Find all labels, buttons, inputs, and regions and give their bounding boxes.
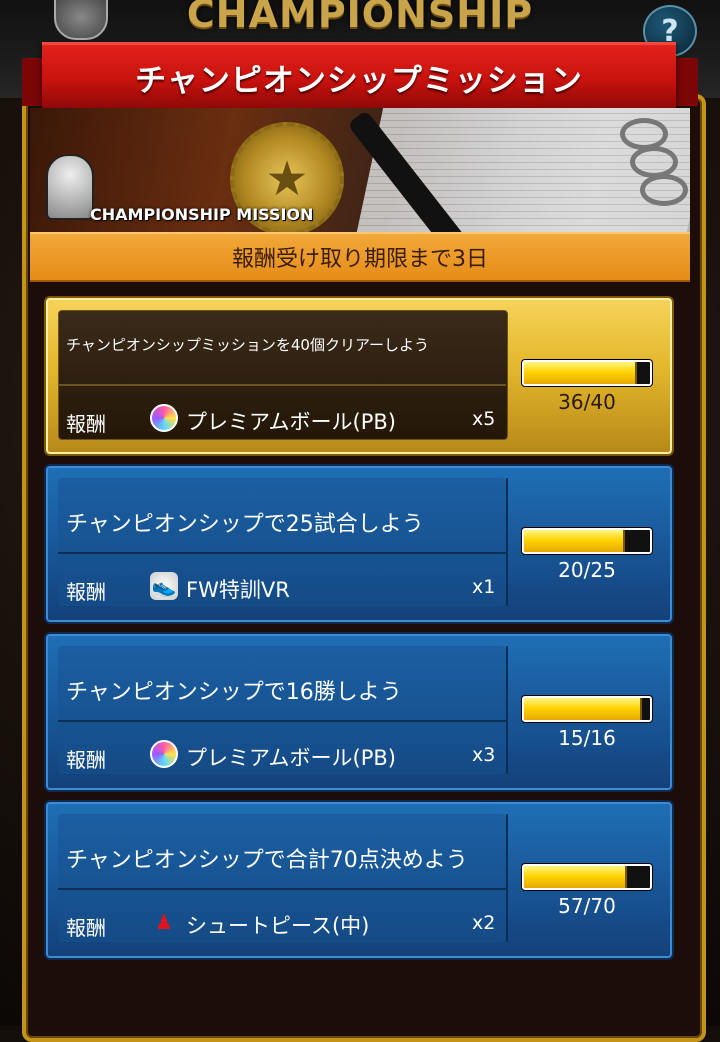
divider [506,478,508,606]
progress-bar-fill [524,698,643,720]
premium-ball-icon [150,404,178,432]
divider [58,384,506,386]
shoot-piece-icon: ♟ [155,910,173,934]
binder-ring-icon [620,118,668,150]
reward-quantity: x5 [472,408,496,430]
progress-text: 57/70 [558,894,616,918]
reward-label: 報酬 [66,748,106,772]
mission-card[interactable]: チャンピオンシップで合計70点決めよう 報酬 ♟ シュートピース(中) x2 5… [44,800,674,960]
mission-title: チャンピオンシップで16勝しよう [66,680,402,705]
reward-label: 報酬 [66,916,106,940]
reward-label: 報酬 [66,412,106,436]
progress-bar-fill [524,866,627,888]
divider [506,814,508,942]
mission-card[interactable]: チャンピオンシップミッションを40個クリアーしよう 報酬 プレミアムボール(PB… [44,296,674,456]
reward-name: プレミアムボール(PB) [186,410,396,434]
progress-bar-fill [524,362,638,384]
mission-title: チャンピオンシップで25試合しよう [66,512,424,537]
divider [58,888,506,890]
progress-bar-fill [524,530,625,552]
divider [506,646,508,774]
reward-quantity: x2 [472,912,496,934]
mission-card[interactable]: チャンピオンシップで16勝しよう 報酬 プレミアムボール(PB) x3 15/1… [44,632,674,792]
hero-image: ★ CHAMPIONSHIP MISSION [30,108,690,232]
mission-card[interactable]: チャンピオンシップで25試合しよう 報酬 👟 FW特訓VR x1 20/25 [44,464,674,624]
page-title: CHAMPIONSHIP [186,0,534,36]
progress-bar [522,696,652,722]
progress-text: 36/40 [558,390,616,414]
binder-ring-icon [640,174,688,206]
reward-quantity: x3 [472,744,496,766]
progress-bar [522,864,652,890]
mission-title: チャンピオンシップで合計70点決めよう [66,848,468,873]
reward-name: シュートピース(中) [186,914,370,938]
reward-label: 報酬 [66,580,106,604]
progress-bar [522,528,652,554]
hero-label: CHAMPIONSHIP MISSION [90,205,314,224]
reward-name: プレミアムボール(PB) [186,746,396,770]
divider [58,552,506,554]
premium-ball-icon [150,740,178,768]
progress-text: 15/16 [558,726,616,750]
deadline-bar: 報酬受け取り期限まで3日 [30,232,690,282]
divider [58,720,506,722]
banner-title: チャンピオンシップミッション [135,62,583,99]
mission-title: チャンピオンシップミッションを40個クリアーしよう [66,336,430,354]
progress-text: 20/25 [558,558,616,582]
reward-name: FW特訓VR [186,578,290,602]
training-shoe-icon: 👟 [150,572,178,600]
binder-ring-icon [630,146,678,178]
progress-bar [522,360,652,386]
trophy-icon [46,154,94,220]
reward-quantity: x1 [472,576,496,598]
title-banner: チャンピオンシップミッション [42,42,676,112]
